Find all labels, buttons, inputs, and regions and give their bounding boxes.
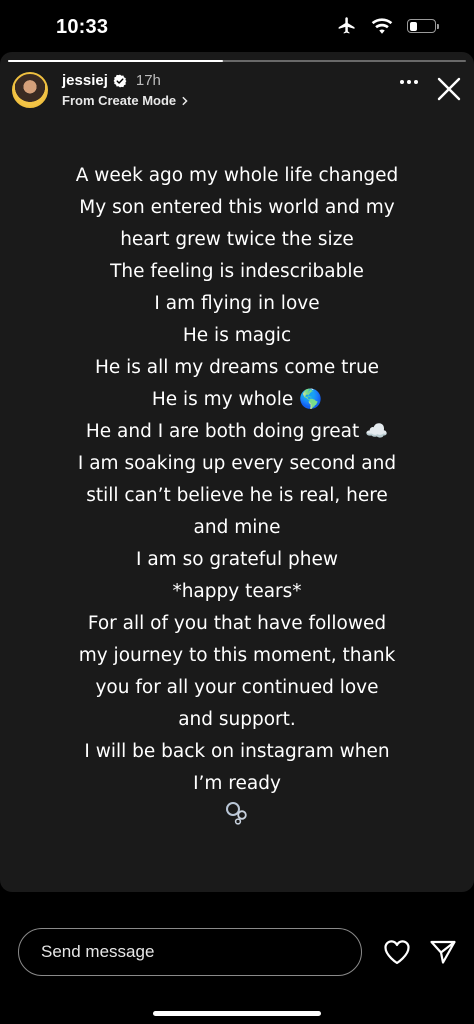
- story-text-line: He is all my dreams come true: [94, 357, 380, 378]
- story-progress-fill: [8, 60, 224, 62]
- wifi-icon: [371, 18, 393, 34]
- story-text-line: *happy tears*: [172, 581, 302, 602]
- chevron-right-icon: [182, 96, 188, 105]
- story-text: A week ago my whole life changed My son e…: [0, 160, 474, 800]
- bubbles-icon: [226, 802, 247, 825]
- home-indicator[interactable]: [153, 1011, 321, 1016]
- story-text-line: heart grew twice the size: [120, 229, 354, 250]
- story-time-ago: 17h: [135, 72, 161, 89]
- battery-icon: [407, 19, 439, 33]
- story-text-line: The feeling is indescribable: [110, 261, 364, 282]
- create-mode-link[interactable]: From Create Mode: [62, 93, 189, 108]
- story-progress-bar: [8, 60, 466, 62]
- reply-bar: Send message: [0, 928, 474, 978]
- story-text-line: and support.: [178, 709, 296, 730]
- send-message-placeholder: Send message: [41, 942, 155, 961]
- verified-badge-icon: [113, 74, 127, 87]
- more-options-button[interactable]: [400, 80, 418, 84]
- story-text-line: I will be back on instagram when: [84, 741, 390, 762]
- story-card[interactable]: jessiej 17h From Create Mode A week ago …: [0, 52, 474, 892]
- story-text-line: For all of you that have followed: [87, 613, 387, 634]
- story-text-line: A week ago my whole life changed: [75, 165, 399, 186]
- airplane-icon: [338, 17, 355, 34]
- story-text-line: my journey to this moment, thank: [78, 645, 396, 666]
- username[interactable]: jessiej: [62, 72, 108, 89]
- story-text-line: and mine: [193, 517, 281, 538]
- send-icon[interactable]: [429, 939, 457, 965]
- dot-icon: [414, 80, 418, 84]
- story-text-line: He is my whole 🌎: [151, 389, 323, 410]
- close-icon[interactable]: [436, 76, 462, 102]
- status-time: 10:33: [56, 16, 109, 38]
- user-line: jessiej 17h: [62, 72, 161, 89]
- story-text-line: you for all your continued love: [95, 677, 379, 698]
- story-text-line: He is magic: [182, 325, 292, 346]
- dot-icon: [407, 80, 411, 84]
- status-icons: [337, 16, 439, 36]
- story-text-line: I am flying in love: [154, 293, 320, 314]
- story-text-line: still can’t believe he is real, here: [86, 485, 388, 506]
- avatar[interactable]: [12, 72, 48, 108]
- story-text-line: My son entered this world and my: [79, 197, 395, 218]
- heart-icon[interactable]: [383, 939, 411, 965]
- story-header: jessiej 17h From Create Mode: [12, 70, 462, 114]
- dot-icon: [400, 80, 404, 84]
- send-message-input[interactable]: Send message: [18, 928, 362, 976]
- story-text-line: He and I are both doing great ☁️: [85, 421, 389, 442]
- story-text-line: I’m ready: [193, 773, 281, 794]
- story-text-line: I am so grateful phew: [136, 549, 338, 570]
- story-text-line: I am soaking up every second and: [77, 453, 397, 474]
- create-mode-label: From Create Mode: [62, 93, 177, 108]
- status-bar: 10:33: [0, 0, 474, 52]
